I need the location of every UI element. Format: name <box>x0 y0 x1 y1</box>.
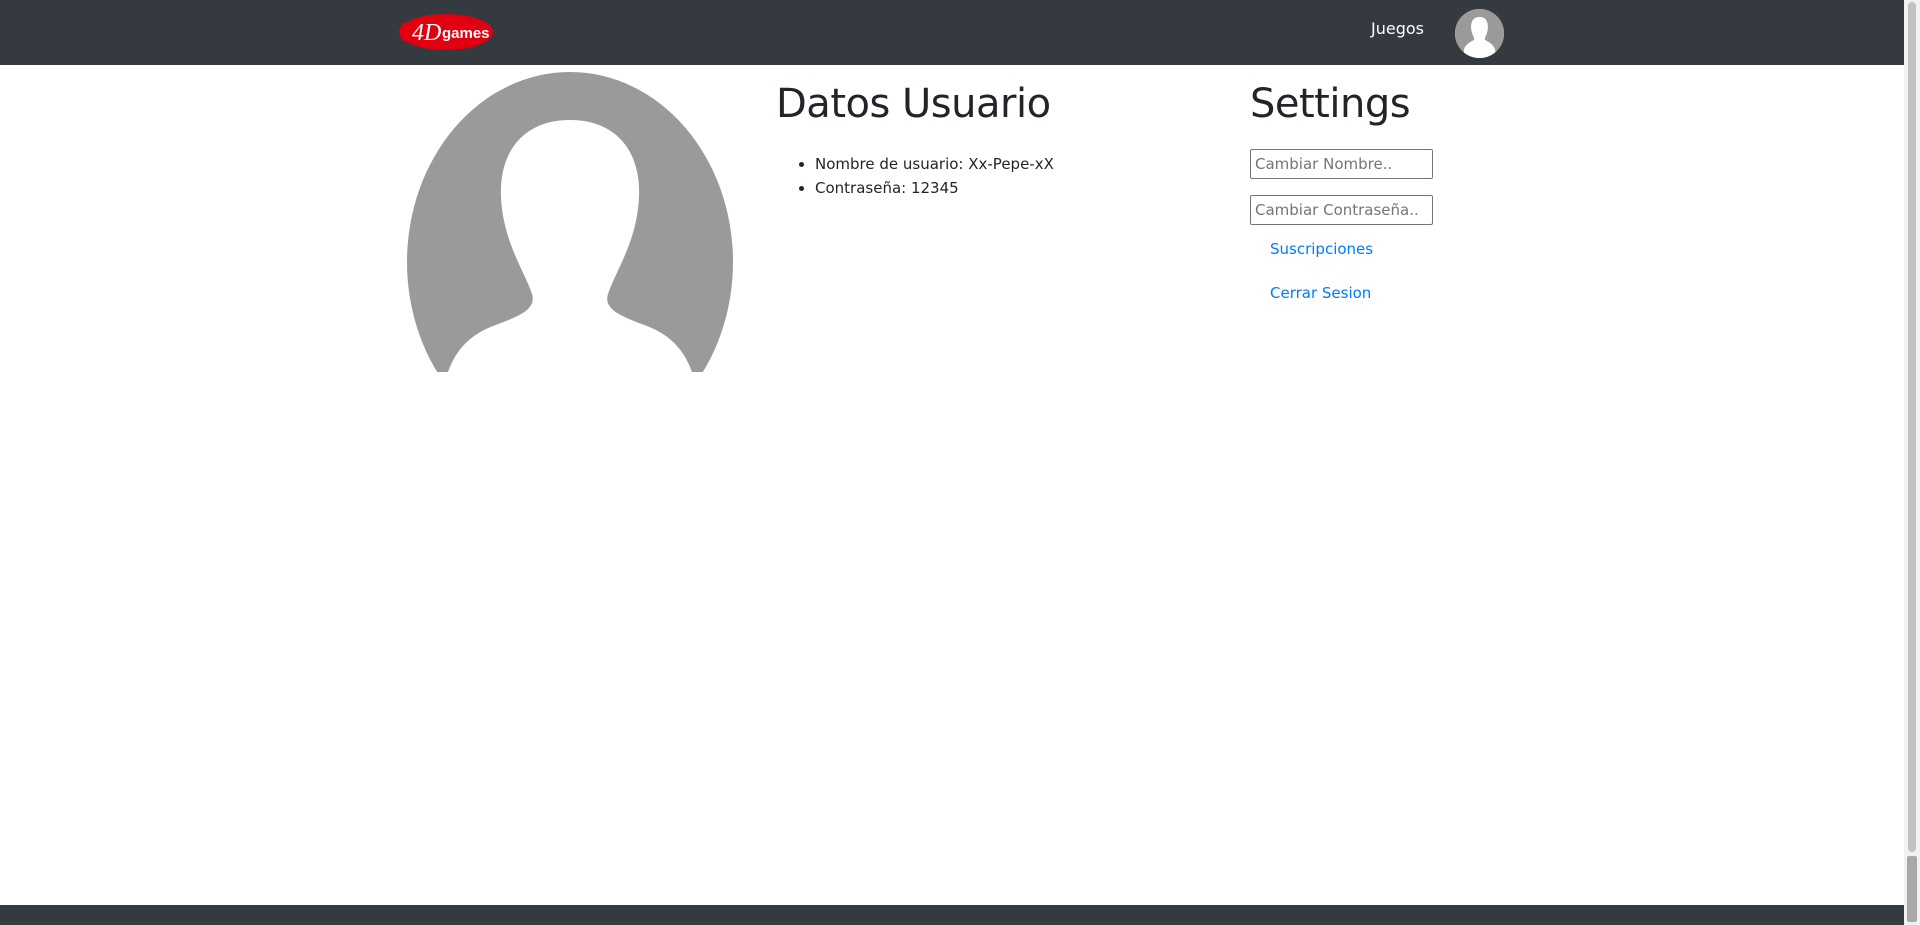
password-item: Contraseña: 12345 <box>815 176 1196 200</box>
nav-link-juegos[interactable]: Juegos <box>1371 19 1424 38</box>
scrollbar-thumb[interactable] <box>1908 2 1916 852</box>
datos-usuario-title: Datos Usuario <box>776 81 1051 127</box>
brand-logo[interactable]: 4D games <box>398 13 494 51</box>
svg-text:games: games <box>442 25 490 42</box>
user-avatar-icon[interactable] <box>1455 9 1504 58</box>
settings-links: Suscripciones Cerrar Sesion <box>1250 239 1570 303</box>
brand-logo-image: 4D games <box>399 14 493 50</box>
footer <box>0 905 1904 925</box>
scrollbar-thumb-end[interactable] <box>1907 856 1917 922</box>
cerrar-sesion-link[interactable]: Cerrar Sesion <box>1270 283 1570 303</box>
svg-text:4D: 4D <box>412 20 441 46</box>
datos-usuario-section: Datos Usuario Nombre de usuario: Xx-Pepe… <box>776 80 1196 200</box>
username-item: Nombre de usuario: Xx-Pepe-xX <box>815 152 1196 176</box>
suscripciones-link[interactable]: Suscripciones <box>1270 239 1570 259</box>
navbar: 4D games Juegos <box>0 0 1904 65</box>
user-silhouette-icon <box>407 72 733 382</box>
settings-title: Settings <box>1250 81 1411 127</box>
user-data-list: Nombre de usuario: Xx-Pepe-xX Contraseña… <box>776 152 1196 200</box>
change-password-input[interactable] <box>1250 195 1433 225</box>
settings-section: Settings Suscripciones Cerrar Sesion <box>1250 80 1570 327</box>
change-name-input[interactable] <box>1250 149 1433 179</box>
